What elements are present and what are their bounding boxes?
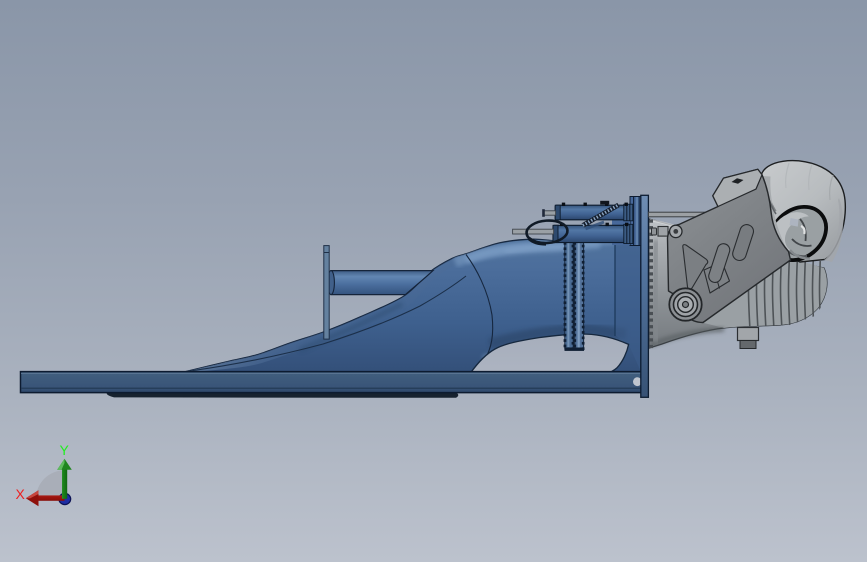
svg-text:Y: Y: [60, 442, 70, 458]
svg-text:X: X: [16, 486, 26, 502]
